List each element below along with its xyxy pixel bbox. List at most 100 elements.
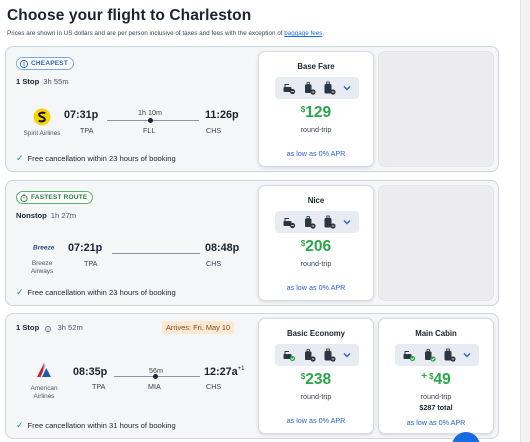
arrive-time: 12:27a+1 bbox=[204, 366, 245, 378]
chevron-down-icon[interactable] bbox=[462, 350, 472, 360]
apr-link[interactable]: as low as 0% APR bbox=[259, 149, 373, 158]
baggage-summary[interactable] bbox=[275, 344, 359, 366]
fare-main-cabin[interactable]: Main Cabin + $49 round-trip $287 total as… bbox=[378, 318, 494, 434]
baggage-summary[interactable] bbox=[275, 211, 359, 233]
stop-count: Nonstop bbox=[16, 211, 47, 220]
badge-label: FASTEST ROUTE bbox=[31, 194, 88, 201]
apr-link[interactable]: as low as 0% APR bbox=[259, 416, 373, 425]
cheapest-badge: CHEAPEST bbox=[16, 57, 74, 70]
fare-price: $238 bbox=[300, 371, 332, 388]
svg-text:Breeze: Breeze bbox=[33, 245, 54, 252]
arrive-airport: CHS bbox=[206, 259, 222, 268]
fare-total: $287 total bbox=[419, 403, 453, 412]
carry-on-icon bbox=[305, 216, 316, 229]
check-icon: ✓ bbox=[16, 420, 24, 430]
depart-time: 07:31p bbox=[64, 109, 99, 121]
depart-airport: TPA bbox=[84, 259, 98, 268]
trip-duration: 3h 52m bbox=[57, 323, 83, 332]
spirit-logo-icon bbox=[32, 107, 52, 127]
chevron-down-icon[interactable] bbox=[342, 83, 352, 93]
arrive-airport: CHS bbox=[206, 382, 222, 391]
american-airlines-logo-icon bbox=[34, 360, 54, 380]
fare-title: Base Fare bbox=[297, 62, 335, 71]
fare-trip-type: round-trip bbox=[420, 392, 452, 401]
carry-on-icon bbox=[305, 349, 316, 362]
fare-trip-type: round-trip bbox=[300, 392, 332, 401]
checked-bag-icon bbox=[324, 215, 336, 229]
cancellation-text: Free cancellation within 31 hours of boo… bbox=[27, 421, 176, 430]
fare-trip-type: round-trip bbox=[300, 125, 332, 134]
layover-dot bbox=[153, 374, 158, 379]
cancellation-text: Free cancellation within 23 hours of boo… bbox=[27, 154, 176, 163]
fare-title: Basic Economy bbox=[286, 329, 346, 338]
flight-summary: 1 Stop 3h 52m Arrives: Fri, May 10 Ameri… bbox=[6, 314, 254, 438]
carry-on-icon bbox=[305, 82, 316, 95]
apr-link[interactable]: as low as 0% APR bbox=[379, 418, 493, 427]
stops-info: 1 Stop 3h 52m bbox=[16, 323, 83, 332]
baggage-fees-link[interactable]: baggage fees bbox=[284, 30, 322, 37]
layover-airport: MIA bbox=[148, 382, 161, 391]
fare-base[interactable]: Base Fare $129 round-trip as low as 0% A… bbox=[258, 51, 374, 167]
disclaimer-end: . bbox=[322, 30, 325, 37]
stops-info: Nonstop 1h 27m bbox=[16, 211, 76, 220]
price-disclaimer: Prices are shown in US dollars and are p… bbox=[7, 30, 324, 37]
layover-airport: FLL bbox=[143, 126, 156, 135]
flight-summary: CHEAPEST 1 Stop 3h 55m Spirit Airlines 07… bbox=[6, 47, 254, 171]
checked-bag-icon bbox=[324, 81, 336, 95]
breeze-logo-icon: Breeze bbox=[32, 237, 54, 257]
free-cancellation: ✓ Free cancellation within 31 hours of b… bbox=[16, 420, 176, 431]
flight-card-spirit[interactable]: CHEAPEST 1 Stop 3h 55m Spirit Airlines 07… bbox=[5, 46, 499, 172]
layover-dot bbox=[148, 118, 153, 123]
chevron-down-icon[interactable] bbox=[342, 350, 352, 360]
arrive-time: 08:48p bbox=[205, 242, 240, 254]
baggage-summary[interactable] bbox=[275, 77, 359, 99]
fare-title: Main Cabin bbox=[415, 329, 457, 338]
next-day-arrival-note: Arrives: Fri, May 10 bbox=[162, 321, 235, 334]
personal-item-icon bbox=[283, 218, 296, 229]
depart-airport: TPA bbox=[80, 126, 94, 135]
fare-price: $206 bbox=[300, 238, 332, 255]
info-icon bbox=[20, 59, 28, 68]
stop-count: 1 Stop bbox=[16, 77, 40, 86]
route-line bbox=[107, 120, 199, 121]
free-cancellation: ✓ Free cancellation within 23 hours of b… bbox=[16, 287, 176, 298]
depart-airport: TPA bbox=[92, 382, 106, 391]
stop-count: 1 Stop bbox=[16, 323, 40, 332]
arrive-airport: CHS bbox=[206, 126, 222, 135]
flight-summary: FASTEST ROUTE Nonstop 1h 27m Breeze Breez… bbox=[6, 181, 254, 305]
flight-card-breeze[interactable]: FASTEST ROUTE Nonstop 1h 27m Breeze Breez… bbox=[5, 180, 499, 306]
check-icon: ✓ bbox=[16, 287, 24, 297]
page-scrollbar[interactable] bbox=[520, 0, 530, 442]
baggage-summary[interactable] bbox=[395, 344, 479, 366]
fare-nice[interactable]: Nice $206 round-trip as low as 0% APR bbox=[258, 185, 374, 301]
trip-duration: 3h 55m bbox=[43, 77, 69, 86]
stopwatch-icon bbox=[20, 193, 28, 202]
fare-unavailable bbox=[378, 51, 494, 167]
stops-info: 1 Stop 3h 55m bbox=[16, 77, 69, 86]
arrive-time: 11:26p bbox=[205, 109, 239, 121]
fastest-route-badge: FASTEST ROUTE bbox=[16, 191, 94, 204]
page-title: Choose your flight to Charleston bbox=[7, 7, 252, 24]
personal-item-included-icon bbox=[283, 351, 296, 362]
fare-basic-economy[interactable]: Basic Economy $238 round-trip as low as … bbox=[258, 318, 374, 434]
fare-price: $129 bbox=[300, 104, 332, 121]
fare-upgrade-price: + $49 bbox=[421, 371, 451, 388]
cancellation-text: Free cancellation within 23 hours of boo… bbox=[27, 288, 176, 297]
flight-card-american[interactable]: 1 Stop 3h 52m Arrives: Fri, May 10 Ameri… bbox=[5, 313, 499, 439]
fare-title: Nice bbox=[307, 196, 325, 205]
airline-name: American Airlines bbox=[30, 385, 58, 400]
fare-unavailable bbox=[378, 185, 494, 301]
check-icon: ✓ bbox=[16, 153, 24, 163]
info-icon[interactable] bbox=[45, 325, 52, 332]
trip-duration: 1h 27m bbox=[50, 211, 77, 220]
route-line bbox=[112, 253, 200, 254]
carry-on-included-icon bbox=[425, 349, 436, 362]
apr-link[interactable]: as low as 0% APR bbox=[259, 283, 373, 292]
personal-item-icon bbox=[283, 84, 296, 95]
chevron-down-icon[interactable] bbox=[342, 217, 352, 227]
checked-bag-icon bbox=[444, 348, 456, 362]
depart-time: 07:21p bbox=[68, 242, 103, 254]
personal-item-included-icon bbox=[403, 351, 416, 362]
depart-time: 08:35p bbox=[73, 366, 108, 378]
disclaimer-text: Prices are shown in US dollars and are p… bbox=[7, 30, 283, 37]
